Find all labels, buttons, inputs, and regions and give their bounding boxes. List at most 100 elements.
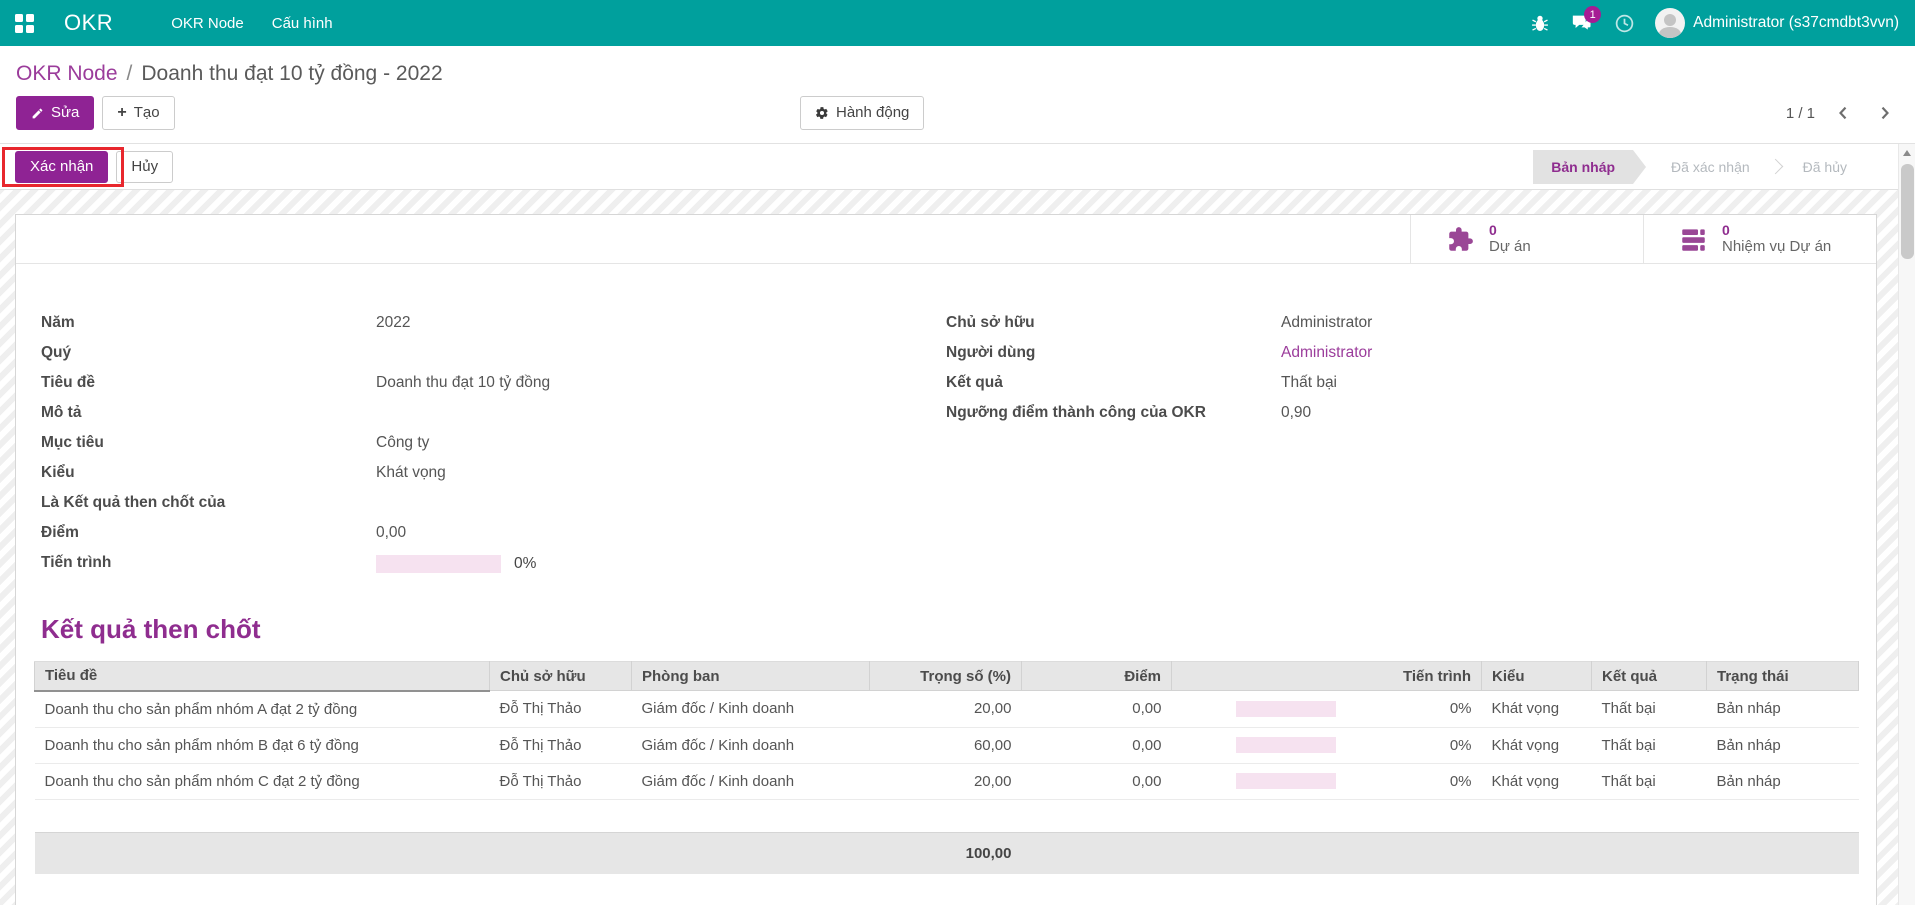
- vertical-scrollbar[interactable]: [1898, 144, 1915, 905]
- field-value-text: 0,00: [376, 524, 406, 541]
- projects-count: 0: [1489, 222, 1531, 239]
- project-tasks-stat-button[interactable]: 0 Nhiệm vụ Dự án: [1643, 215, 1876, 263]
- field-value: Administrator: [1281, 344, 1372, 362]
- form-sheet: 0 Dự án 0 Nhiệm vụ Dự án: [15, 214, 1877, 905]
- status-pipeline: Bản nháp Đã xác nhận Đã hủy: [1533, 150, 1865, 184]
- field-label: Điểm: [41, 524, 376, 542]
- status-step[interactable]: Đã xác nhận: [1653, 150, 1768, 184]
- field-row: Điểm0,00: [41, 524, 946, 554]
- column-header[interactable]: Tiến trình: [1172, 662, 1482, 691]
- column-header[interactable]: Tiêu đề: [35, 662, 490, 691]
- projects-stat-button[interactable]: 0 Dự án: [1410, 215, 1643, 263]
- control-panel-buttons: Sửa + Tạo Hành động 1 / 1: [16, 96, 1899, 143]
- stat-text: 0 Dự án: [1489, 222, 1531, 257]
- app-brand[interactable]: OKR: [64, 10, 113, 36]
- field-groups: Năm2022QuýTiêu đềDoanh thu đạt 10 tỷ đồn…: [16, 264, 1876, 584]
- column-header[interactable]: Điểm: [1022, 662, 1172, 691]
- field-value-link[interactable]: Administrator: [1281, 344, 1372, 361]
- column-header[interactable]: Chủ sở hữu: [490, 662, 632, 691]
- column-header[interactable]: Trạng thái: [1707, 662, 1859, 691]
- pager-next-button[interactable]: [1871, 103, 1899, 123]
- apps-grid-icon: [15, 14, 34, 33]
- form-view: Xác nhận Hủy Bản nháp Đã xác nhận Đã hủy 0…: [0, 144, 1915, 905]
- cell-result: Thất bại: [1592, 691, 1707, 728]
- cancel-button[interactable]: Hủy: [116, 151, 173, 183]
- debug-button[interactable]: [1519, 0, 1561, 46]
- bug-icon: [1530, 13, 1550, 33]
- create-button[interactable]: + Tạo: [102, 96, 174, 130]
- field-row: Tiến trình0%: [41, 554, 946, 584]
- field-label: Mô tả: [41, 404, 376, 422]
- field-value-text: Thất bại: [1281, 374, 1337, 391]
- field-label: Kết quả: [946, 374, 1281, 392]
- progressbar-track: [1236, 737, 1336, 753]
- apps-menu-button[interactable]: [0, 0, 48, 46]
- nav-menu-item[interactable]: OKR Node: [157, 2, 258, 45]
- top-navbar: OKR OKR NodeCấu hình: [0, 0, 1915, 46]
- progressbar-track: [376, 555, 501, 573]
- cell-status: Bản nháp: [1707, 727, 1859, 763]
- progress-cell: 0%: [1172, 763, 1482, 799]
- stat-text: 0 Nhiệm vụ Dự án: [1722, 222, 1831, 257]
- activities-button[interactable]: [1603, 0, 1645, 46]
- cell-score: 0,00: [1022, 763, 1172, 799]
- cell-weight: 20,00: [870, 763, 1022, 799]
- table-spacer-row: [35, 799, 1859, 832]
- pager-previous-button[interactable]: [1829, 103, 1857, 123]
- create-button-label: Tạo: [134, 104, 160, 122]
- field-label: Năm: [41, 314, 376, 332]
- gear-icon: [815, 106, 829, 120]
- user-menu[interactable]: Administrator (s37cmdbt3vvn): [1645, 8, 1899, 38]
- breadcrumb-separator: /: [127, 62, 133, 85]
- cell-kind: Khát vọng: [1482, 727, 1592, 763]
- field-value-text: Doanh thu đạt 10 tỷ đồng: [376, 374, 550, 391]
- column-header[interactable]: Kết quả: [1592, 662, 1707, 691]
- chevron-left-icon: [1833, 103, 1853, 123]
- table-row[interactable]: Doanh thu cho sản phẩm nhóm A đạt 2 tỷ đ…: [35, 691, 1859, 728]
- cell-status: Bản nháp: [1707, 691, 1859, 728]
- cell-score: 0,00: [1022, 727, 1172, 763]
- breadcrumb-parent-link[interactable]: OKR Node: [16, 62, 118, 85]
- edit-button-label: Sửa: [51, 104, 79, 122]
- table-footer-row: 100,00: [35, 832, 1859, 874]
- nav-menu-item[interactable]: Cấu hình: [258, 2, 347, 45]
- messages-button[interactable]: 1: [1561, 0, 1603, 46]
- stat-button-box: 0 Dự án 0 Nhiệm vụ Dự án: [16, 215, 1876, 264]
- field-label: Người dùng: [946, 344, 1281, 362]
- column-header[interactable]: Phòng ban: [632, 662, 870, 691]
- field-value-text: Administrator: [1281, 314, 1372, 331]
- table-header-row: Tiêu đềChủ sở hữuPhòng banTrọng số (%)Đi…: [35, 662, 1859, 691]
- edit-button[interactable]: Sửa: [16, 96, 94, 130]
- cell-status: Bản nháp: [1707, 763, 1859, 799]
- column-header[interactable]: Kiểu: [1482, 662, 1592, 691]
- clock-icon: [1614, 13, 1635, 34]
- pager-value: 1 / 1: [1786, 105, 1815, 122]
- status-step[interactable]: Đã hủy: [1785, 150, 1865, 184]
- table-row[interactable]: Doanh thu cho sản phẩm nhóm C đạt 2 tỷ đ…: [35, 763, 1859, 799]
- progress-value: 0%: [1450, 737, 1472, 754]
- progress-cell: 0%: [1172, 691, 1482, 728]
- scrollbar-thumb[interactable]: [1901, 164, 1914, 259]
- field-label: Ngưỡng điểm thành công của OKR: [946, 404, 1281, 422]
- table-row[interactable]: Doanh thu cho sản phẩm nhóm B đạt 6 tỷ đ…: [35, 727, 1859, 763]
- scroll-up-arrow-icon[interactable]: [1899, 144, 1915, 161]
- field-label: Quý: [41, 344, 376, 362]
- field-value: Administrator: [1281, 314, 1372, 332]
- user-name: Administrator (s37cmdbt3vvn): [1693, 14, 1899, 32]
- field-label: Tiêu đề: [41, 374, 376, 392]
- field-value: 0%: [376, 554, 536, 573]
- cell-owner: Đỗ Thị Thảo: [490, 727, 632, 763]
- field-row: KiểuKhát vọng: [41, 464, 946, 494]
- status-step-label: Đã hủy: [1803, 159, 1847, 175]
- cell-result: Thất bại: [1592, 727, 1707, 763]
- column-header[interactable]: Trọng số (%): [870, 662, 1022, 691]
- key-results-table: Tiêu đềChủ sở hữuPhòng banTrọng số (%)Đi…: [34, 661, 1859, 874]
- status-step[interactable]: Bản nháp: [1533, 150, 1633, 184]
- action-menu-button[interactable]: Hành động: [800, 96, 924, 130]
- confirm-button[interactable]: Xác nhận: [15, 151, 108, 183]
- field-value: Công ty: [376, 434, 429, 452]
- field-row: Chủ sở hữuAdministrator: [946, 314, 1851, 344]
- status-step-label: Bản nháp: [1551, 159, 1615, 175]
- cell-department: Giám đốc / Kinh doanh: [632, 763, 870, 799]
- cell-owner: Đỗ Thị Thảo: [490, 763, 632, 799]
